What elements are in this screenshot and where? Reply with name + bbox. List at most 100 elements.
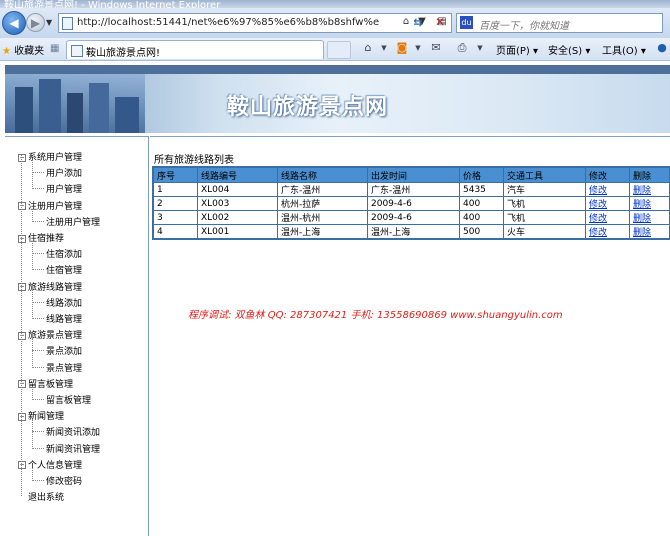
home-icon[interactable]: ⌂	[360, 41, 376, 55]
favorites-button[interactable]: ★ 收藏夹	[2, 42, 44, 57]
table-cell: 温州-上海	[277, 224, 368, 240]
history-dropdown-icon[interactable]: ▼	[46, 18, 52, 27]
table-cell: 2	[152, 196, 198, 211]
print-dropdown-icon[interactable]: ▼	[472, 44, 488, 58]
sidebar-group-3[interactable]: − 旅游线路管理	[18, 280, 82, 293]
sidebar-item[interactable]: 景点管理	[46, 361, 82, 374]
table-cell: 500	[459, 224, 504, 240]
edit-link[interactable]: 修改	[589, 214, 607, 224]
tree-connector	[32, 350, 44, 352]
baidu-icon: du	[460, 16, 473, 29]
collapse-icon[interactable]: −	[18, 331, 26, 340]
sidebar-item[interactable]: 住宿管理	[46, 263, 82, 276]
tree-connector	[21, 155, 22, 497]
home-dropdown-icon[interactable]: ▼	[376, 44, 392, 58]
collapse-icon[interactable]: −	[18, 461, 26, 470]
sidebar-group-0[interactable]: − 系统用户管理	[18, 150, 82, 163]
delete-link[interactable]: 删除	[633, 214, 651, 224]
tab-toolbar: ★ 收藏夹 ▦ 鞍山旅游景点网! ⌂ ▼ ◙ ▼ ✉ ⎙ ▼ 页面(P) ▾ 安…	[0, 38, 670, 61]
sidebar-item[interactable]: 景点添加	[46, 344, 82, 357]
sidebar-item[interactable]: 注册用户管理	[46, 215, 100, 228]
building	[115, 97, 139, 133]
table-cell: 2009-4-6	[367, 210, 460, 225]
tree-connector	[32, 386, 33, 400]
sidebar-item[interactable]: 线路添加	[46, 296, 82, 309]
sidebar-item[interactable]: 用户添加	[46, 166, 82, 179]
back-button[interactable]: ◀	[2, 11, 26, 35]
sidebar-group-4[interactable]: − 旅游景点管理	[18, 328, 82, 341]
sidebar-item[interactable]: 新闻资讯添加	[46, 425, 100, 438]
tab-label: 鞍山旅游景点网!	[86, 48, 161, 59]
sidebar-group-label: 新闻管理	[28, 412, 65, 423]
banner-top-strip	[5, 65, 670, 74]
mail-icon[interactable]: ✉	[428, 41, 444, 55]
table-cell: XL002	[197, 210, 278, 225]
sidebar-item[interactable]: 住宿添加	[46, 247, 82, 260]
column-header: 修改	[585, 166, 630, 183]
building	[89, 83, 109, 133]
table-cell: 修改	[585, 182, 630, 197]
sidebar-group-1[interactable]: − 注册用户管理	[18, 199, 82, 212]
quick-tabs-icon[interactable]: ▦	[50, 43, 59, 54]
building	[67, 93, 83, 133]
sidebar-group-label: 个人信息管理	[28, 460, 83, 471]
tree-connector	[32, 366, 44, 368]
delete-link[interactable]: 删除	[633, 228, 651, 238]
edit-link[interactable]: 修改	[589, 200, 607, 210]
safety-menu[interactable]: 安全(S) ▾	[548, 42, 590, 57]
collapse-icon[interactable]: −	[18, 202, 26, 211]
column-header: 交通工具	[503, 166, 586, 183]
collapse-icon[interactable]: −	[18, 412, 26, 421]
collapse-icon[interactable]: −	[18, 153, 26, 162]
url-text[interactable]: http://localhost:51441/net%e6%97%85%e6%b…	[77, 17, 415, 28]
tree-connector	[32, 160, 33, 190]
help-icon[interactable]: ●	[654, 41, 670, 55]
sidebar-item[interactable]: 线路管理	[46, 312, 82, 325]
refresh-icon[interactable]: ⇆	[410, 14, 426, 30]
column-header: 价格	[459, 166, 504, 183]
stop-icon[interactable]: ✕	[432, 14, 448, 30]
tree-connector	[32, 289, 33, 319]
rss-icon[interactable]: ◙	[394, 41, 410, 55]
sidebar-item[interactable]: 留言板管理	[46, 393, 91, 406]
sidebar-item[interactable]: 修改密码	[46, 474, 82, 487]
sidebar-group-2[interactable]: − 住宿推荐	[18, 231, 64, 244]
sidebar-group-label: 旅游线路管理	[28, 282, 83, 293]
edit-link[interactable]: 修改	[589, 228, 607, 238]
table-cell: 杭州-拉萨	[277, 196, 368, 211]
table-cell: 1	[152, 182, 198, 197]
page-icon	[62, 17, 73, 30]
tree-connector	[32, 318, 44, 319]
column-header: 序号	[152, 166, 198, 183]
logout-link[interactable]: 退出系统	[28, 490, 64, 503]
forward-button[interactable]: ▶	[26, 13, 45, 32]
delete-link[interactable]: 删除	[633, 200, 651, 210]
collapse-icon[interactable]: −	[18, 380, 26, 389]
tree-connector	[32, 447, 44, 449]
collapse-icon[interactable]: −	[18, 234, 26, 243]
table-cell: XL004	[197, 182, 278, 197]
address-bar[interactable]: http://localhost:51441/net%e6%97%85%e6%b…	[58, 13, 452, 33]
sidebar-group-7[interactable]: − 个人信息管理	[18, 458, 82, 471]
sidebar-item[interactable]: 新闻资讯管理	[46, 442, 100, 455]
delete-link[interactable]: 删除	[633, 186, 651, 196]
address-toolbar: ◀ ▶ ▼ http://localhost:51441/net%e6%97%8…	[0, 8, 670, 38]
column-header: 出发时间	[367, 166, 460, 183]
edit-link[interactable]: 修改	[589, 186, 607, 196]
sidebar-item[interactable]: 用户管理	[46, 182, 82, 195]
table-cell: 删除	[629, 210, 670, 225]
tools-menu[interactable]: 工具(O) ▾	[602, 42, 646, 57]
developer-credit: 程序调试: 双鱼林 QQ: 287307421 手机: 13558690869 …	[188, 310, 563, 321]
print-icon[interactable]: ⎙	[454, 41, 470, 55]
new-tab-button[interactable]	[327, 41, 351, 59]
collapse-icon[interactable]: −	[18, 283, 26, 292]
tab-active[interactable]: 鞍山旅游景点网!	[66, 40, 324, 59]
page-menu[interactable]: 页面(P) ▾	[496, 42, 538, 57]
search-placeholder[interactable]: 百度一下，你就知道	[479, 17, 569, 32]
search-box[interactable]: du 百度一下，你就知道	[456, 13, 663, 33]
sidebar-group-5[interactable]: − 留言板管理	[18, 377, 73, 390]
table-cell: 温州-上海	[367, 224, 460, 240]
sidebar-group-6[interactable]: − 新闻管理	[18, 409, 64, 422]
tree-connector	[32, 188, 44, 190]
rss-dropdown-icon[interactable]: ▼	[410, 44, 426, 58]
